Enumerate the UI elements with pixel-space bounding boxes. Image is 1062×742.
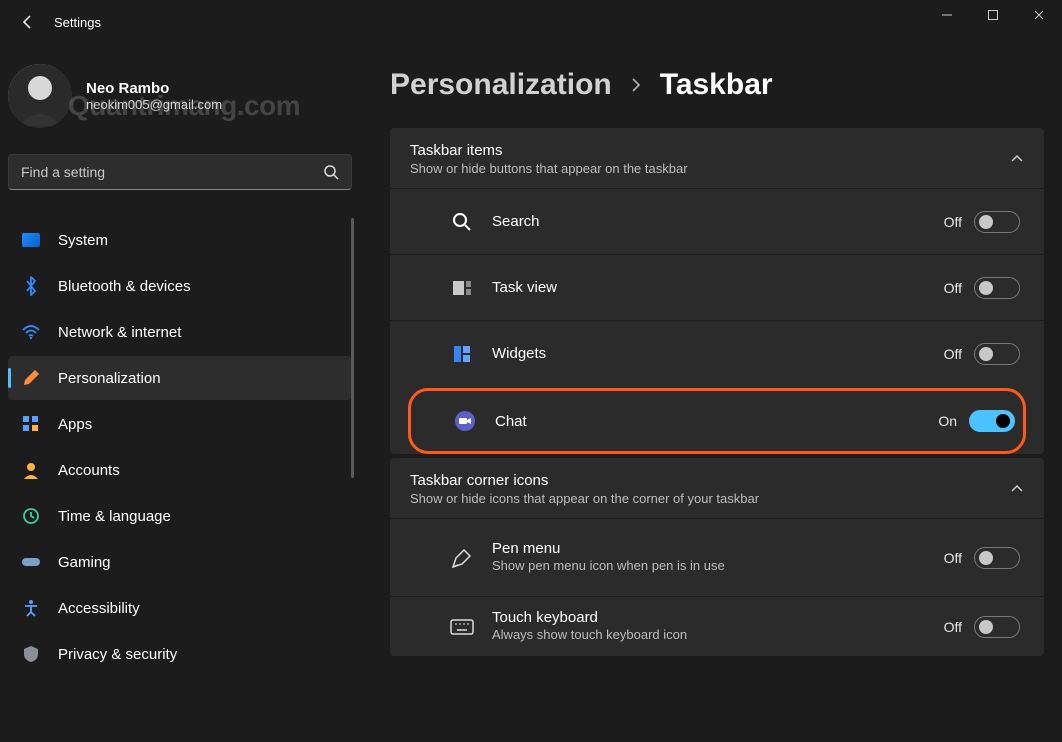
sidebar-item-label: Apps (58, 416, 92, 433)
breadcrumb-parent[interactable]: Personalization (390, 68, 612, 102)
chevron-right-icon (630, 77, 642, 93)
section-subtitle: Show or hide buttons that appear on the … (410, 161, 1010, 176)
sidebar-item-label: System (58, 232, 108, 249)
back-button[interactable] (8, 2, 48, 42)
sidebar-item-label: Accessibility (58, 600, 140, 617)
sidebar-scrollbar[interactable] (351, 218, 354, 478)
person-icon (20, 459, 42, 481)
minimize-button[interactable] (924, 0, 970, 30)
sidebar-item-accounts[interactable]: Accounts (8, 448, 352, 492)
pen-icon (450, 546, 474, 570)
profile-email: neokim005@gmail.com (86, 97, 222, 112)
sidebar-item-system[interactable]: System (8, 218, 352, 262)
wifi-icon (20, 321, 42, 343)
clock-icon (20, 505, 42, 527)
toggle-state-label: On (938, 413, 957, 429)
sidebar-item-privacy[interactable]: Privacy & security (8, 632, 352, 676)
toggle-widgets[interactable] (974, 343, 1020, 365)
chevron-up-icon (1010, 154, 1024, 164)
section-header[interactable]: Taskbar corner icons Show or hide icons … (390, 458, 1044, 518)
chat-icon (453, 409, 477, 433)
sidebar-item-gaming[interactable]: Gaming (8, 540, 352, 584)
section-title: Taskbar items (410, 142, 1010, 159)
chevron-up-icon (1010, 484, 1024, 494)
sidebar-item-accessibility[interactable]: Accessibility (8, 586, 352, 630)
avatar (8, 64, 72, 128)
profile-block[interactable]: Neo Rambo neokim005@gmail.com Quantriman… (8, 60, 352, 132)
brush-icon (20, 367, 42, 389)
search-icon (323, 164, 339, 180)
toggle-state-label: Off (944, 280, 962, 296)
row-widgets: Widgets Off (390, 320, 1044, 386)
sidebar-item-label: Time & language (58, 508, 171, 525)
row-label: Widgets (492, 345, 944, 362)
search-input[interactable] (21, 164, 323, 180)
row-chat: Chat On (408, 388, 1026, 454)
sidebar-item-network[interactable]: Network & internet (8, 310, 352, 354)
row-label: Task view (492, 279, 944, 296)
sidebar-item-label: Privacy & security (58, 646, 177, 663)
section-taskbar-items: Taskbar items Show or hide buttons that … (390, 128, 1044, 454)
row-subtitle: Always show touch keyboard icon (492, 626, 752, 644)
bluetooth-icon (20, 275, 42, 297)
toggle-touch-keyboard[interactable] (974, 616, 1020, 638)
gamepad-icon (20, 551, 42, 573)
toggle-state-label: Off (944, 214, 962, 230)
toggle-search[interactable] (974, 211, 1020, 233)
display-icon (20, 229, 42, 251)
row-pen-menu: Pen menu Show pen menu icon when pen is … (390, 518, 1044, 596)
row-touch-keyboard: Touch keyboard Always show touch keyboar… (390, 596, 1044, 656)
apps-icon (20, 413, 42, 435)
row-label: Touch keyboard (492, 609, 944, 626)
section-taskbar-corner-icons: Taskbar corner icons Show or hide icons … (390, 458, 1044, 656)
toggle-state-label: Off (944, 346, 962, 362)
sidebar-nav: System Bluetooth & devices Network & int… (8, 218, 352, 676)
close-button[interactable] (1016, 0, 1062, 30)
breadcrumb: Personalization Taskbar (390, 68, 1044, 102)
row-search: Search Off (390, 188, 1044, 254)
sidebar-item-label: Network & internet (58, 324, 181, 341)
section-subtitle: Show or hide icons that appear on the co… (410, 491, 1010, 506)
row-label: Search (492, 213, 944, 230)
sidebar-item-label: Gaming (58, 554, 111, 571)
row-label: Chat (495, 413, 938, 430)
toggle-chat[interactable] (969, 410, 1015, 432)
section-title: Taskbar corner icons (410, 472, 1010, 489)
row-task-view: Task view Off (390, 254, 1044, 320)
sidebar-item-label: Bluetooth & devices (58, 278, 191, 295)
toggle-state-label: Off (944, 550, 962, 566)
shield-icon (20, 643, 42, 665)
search-icon (450, 210, 474, 234)
widgets-icon (450, 342, 474, 366)
sidebar-item-label: Personalization (58, 370, 161, 387)
row-subtitle: Show pen menu icon when pen is in use (492, 557, 752, 575)
section-header[interactable]: Taskbar items Show or hide buttons that … (390, 128, 1044, 188)
sidebar-item-label: Accounts (58, 462, 120, 479)
window-title: Settings (54, 15, 101, 30)
toggle-state-label: Off (944, 619, 962, 635)
toggle-task-view[interactable] (974, 277, 1020, 299)
row-label: Pen menu (492, 540, 944, 557)
sidebar-item-bluetooth[interactable]: Bluetooth & devices (8, 264, 352, 308)
sidebar-item-personalization[interactable]: Personalization (8, 356, 352, 400)
accessibility-icon (20, 597, 42, 619)
search-input-wrapper[interactable] (8, 154, 352, 190)
taskview-icon (450, 276, 474, 300)
keyboard-icon (450, 615, 474, 639)
maximize-button[interactable] (970, 0, 1016, 30)
breadcrumb-current: Taskbar (660, 68, 773, 102)
sidebar-item-apps[interactable]: Apps (8, 402, 352, 446)
profile-name: Neo Rambo (86, 80, 222, 97)
sidebar-item-time-language[interactable]: Time & language (8, 494, 352, 538)
toggle-pen-menu[interactable] (974, 547, 1020, 569)
